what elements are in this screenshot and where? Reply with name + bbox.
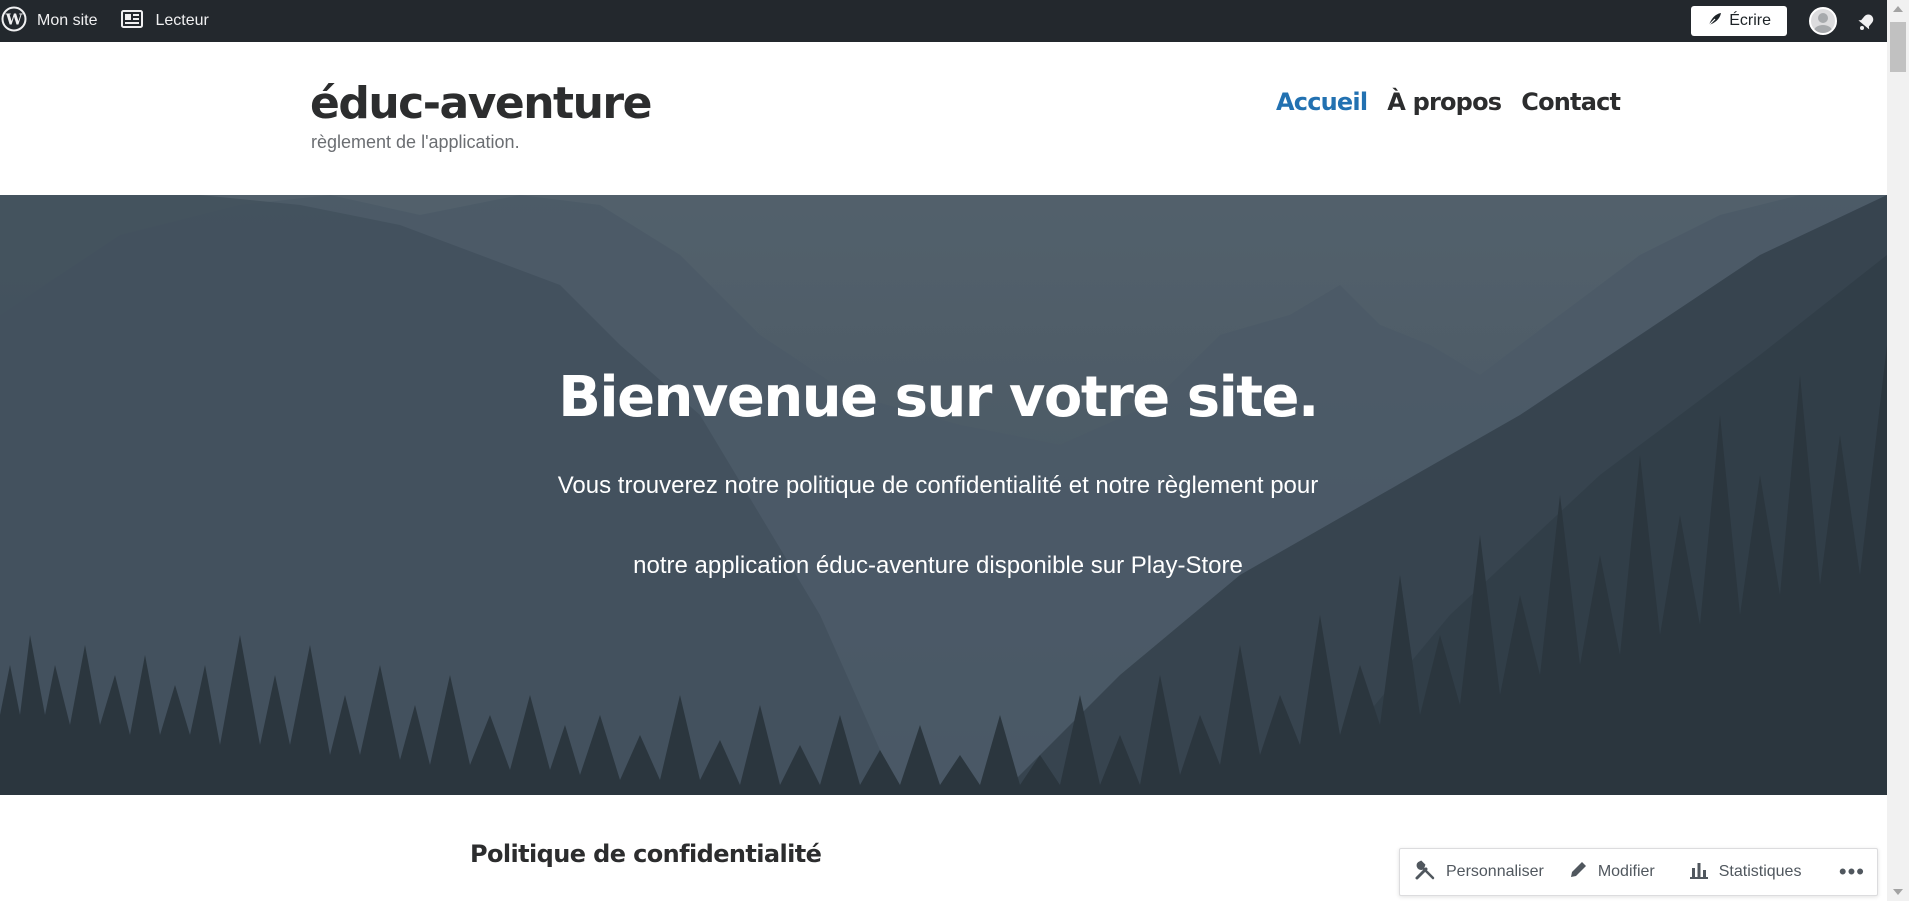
pencil-icon xyxy=(1568,860,1598,885)
section-heading: Politique de confidentialité xyxy=(470,840,822,868)
svg-text:W: W xyxy=(5,10,24,28)
my-site-menu[interactable]: W Mon site xyxy=(0,0,97,42)
admin-bar: W Mon site Lecteur Écrire xyxy=(0,0,1909,42)
customize-label: Personnaliser xyxy=(1446,863,1544,880)
avatar-icon[interactable] xyxy=(1809,7,1837,35)
scroll-thumb[interactable] xyxy=(1890,22,1906,72)
write-button[interactable]: Écrire xyxy=(1691,6,1787,36)
scroll-up-icon[interactable] xyxy=(1893,6,1903,12)
tools-icon xyxy=(1414,859,1446,886)
more-icon[interactable]: ••• xyxy=(1827,859,1877,885)
reader-icon xyxy=(121,9,144,34)
wordpress-icon: W xyxy=(1,6,27,37)
write-label: Écrire xyxy=(1729,12,1771,29)
edit-button[interactable]: Modifier xyxy=(1554,849,1665,895)
my-site-label: Mon site xyxy=(37,12,98,29)
main-navigation: Accueil À propos Contact xyxy=(1276,88,1621,116)
page-scrollbar[interactable] xyxy=(1887,0,1909,901)
hero-text-line-1: Vous trouverez notre politique de confid… xyxy=(557,472,1319,499)
bar-chart-icon xyxy=(1689,860,1719,885)
customize-button[interactable]: Personnaliser xyxy=(1400,849,1554,895)
nav-item-a-propos[interactable]: À propos xyxy=(1387,88,1502,116)
floating-admin-toolbar: Personnaliser Modifier Statistiques ••• xyxy=(1399,848,1878,896)
edit-label: Modifier xyxy=(1597,863,1655,880)
hero-title: Bienvenue sur votre site. xyxy=(558,365,1319,430)
stats-button[interactable]: Statistiques xyxy=(1665,849,1812,895)
bell-icon[interactable] xyxy=(1855,9,1879,33)
nav-item-accueil[interactable]: Accueil xyxy=(1276,88,1368,116)
pen-icon xyxy=(1707,11,1729,32)
hero-text-line-2: notre application éduc-aventure disponib… xyxy=(633,552,1243,579)
stats-label: Statistiques xyxy=(1718,863,1802,880)
scroll-down-icon[interactable] xyxy=(1893,889,1903,895)
site-description: règlement de l'application. xyxy=(311,132,520,152)
reader-label: Lecteur xyxy=(155,12,209,29)
site-header: éduc-aventure règlement de l'application… xyxy=(0,42,1887,195)
site-title[interactable]: éduc-aventure xyxy=(310,78,652,129)
reader-menu[interactable]: Lecteur xyxy=(121,0,209,42)
hero-cover: Bienvenue sur votre site. Vous trouverez… xyxy=(0,195,1887,795)
nav-item-contact[interactable]: Contact xyxy=(1521,88,1621,116)
